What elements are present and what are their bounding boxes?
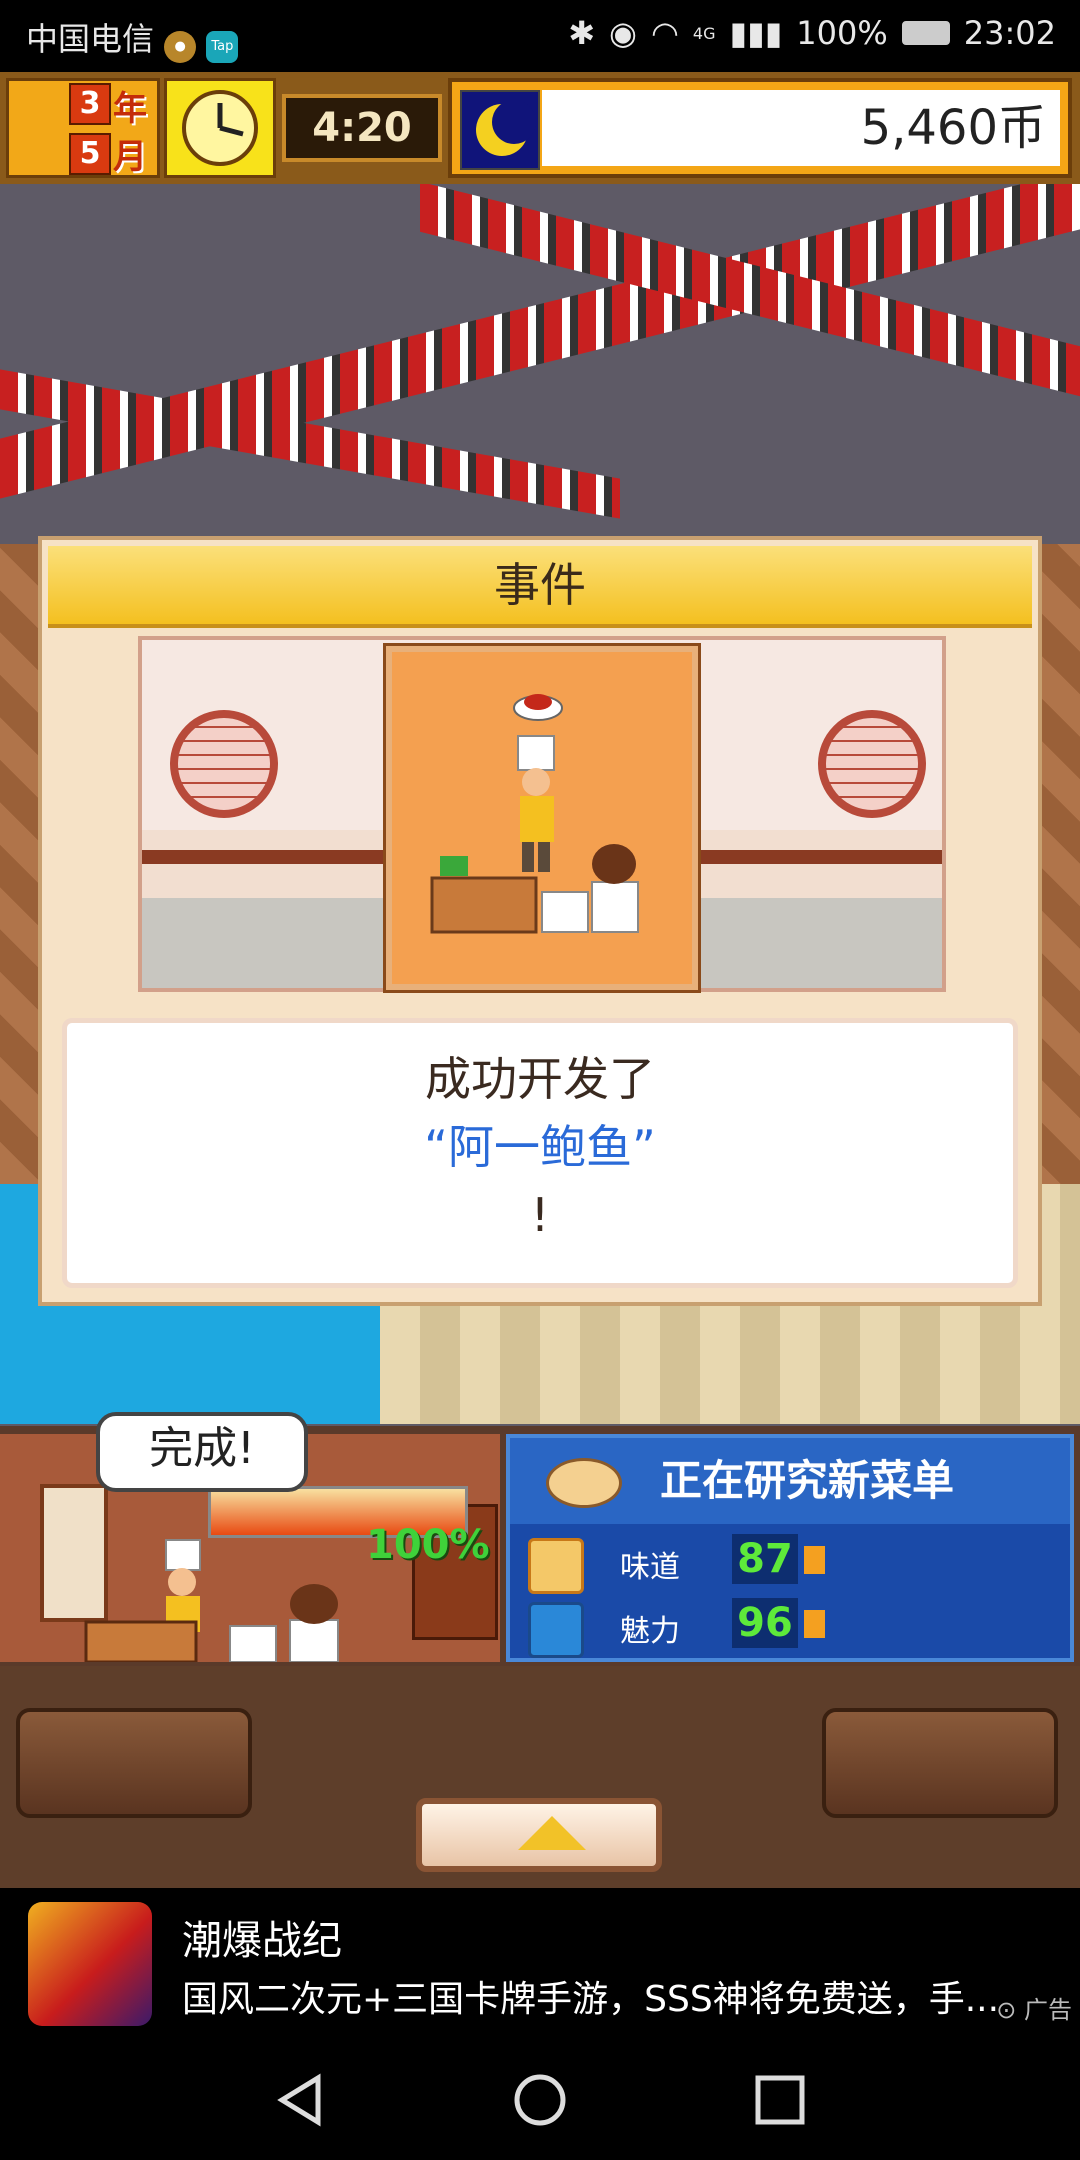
- month-number: 5: [69, 133, 111, 175]
- year-number: 3: [69, 83, 111, 125]
- right-menu-button[interactable]: [822, 1708, 1058, 1818]
- clock-icon: [164, 78, 276, 178]
- research-title-text: 正在研究新菜单: [660, 1456, 955, 1505]
- dish-name: “阿一鲍鱼”: [424, 1120, 656, 1174]
- round-window-icon: [170, 710, 278, 818]
- taste-icon: [528, 1538, 584, 1594]
- year-label: 年: [113, 89, 147, 129]
- coin-panel[interactable]: 5,460币: [448, 78, 1072, 178]
- network-type: 4G: [692, 23, 716, 43]
- ad-description[interactable]: 国风二次元+三国卡牌手游，SSS神将免费送，手...: [182, 1970, 1032, 2022]
- game-hud: 3 年 5 月 4:20 5,460币: [0, 72, 1080, 184]
- navigation-bar: [0, 2042, 1080, 2160]
- stat-value: 87: [732, 1534, 798, 1584]
- coin-balance: 5,460币: [542, 90, 1060, 166]
- eye-icon: ◉: [609, 14, 637, 52]
- ad-label: ⊙ 广告: [996, 1990, 1072, 2025]
- control-strip: [0, 1666, 1080, 1888]
- month-label: 月: [113, 137, 147, 177]
- kitchen-view[interactable]: 100% 完成!: [0, 1412, 500, 1662]
- bluetooth-icon: ✱: [568, 14, 596, 52]
- tap-app-icon: Tap: [206, 31, 239, 63]
- clock-time: 23:02: [963, 14, 1056, 52]
- chef-icon: [84, 1539, 339, 1662]
- ad-banner[interactable]: 潮爆战纪 国风二次元+三国卡牌手游，SSS神将免费送，手... ⊙ 广告: [0, 1888, 1080, 2042]
- message-line: 成功开发了: [425, 1052, 655, 1106]
- wifi-icon: ◠: [650, 14, 679, 52]
- status-icons: ✱ ◉ ◠ 4G ▮▮▮ 100% 23:02: [568, 14, 1056, 52]
- expand-menu-button[interactable]: [416, 1798, 662, 1872]
- coin-notification-icon: ●: [164, 31, 197, 63]
- carrier-label: 中国电信 ● Tap: [26, 14, 239, 63]
- event-dialog[interactable]: 事件 成功开发了 “阿一鲍鱼” !: [38, 536, 1042, 1306]
- battery-icon: [901, 21, 950, 45]
- recents-icon[interactable]: [750, 2070, 810, 2130]
- dish-icon: [546, 1458, 622, 1508]
- stat-bar: [804, 1610, 825, 1638]
- message-line: !: [530, 1188, 550, 1242]
- date-panel[interactable]: 3 年 5 月: [6, 78, 160, 178]
- status-bar: 中国电信 ● Tap ✱ ◉ ◠ 4G ▮▮▮ 100% 23:02: [0, 0, 1080, 72]
- arrow-up-icon: [518, 1816, 586, 1850]
- stat-value: 96: [732, 1598, 798, 1648]
- signal-icon: ▮▮▮: [729, 14, 783, 52]
- ad-info-icon: ⊙: [996, 1996, 1017, 2024]
- status-panel: 100% 完成! 正在研究新菜单 味道 87 魅力 96: [0, 1412, 1080, 1666]
- charm-icon: [528, 1602, 584, 1658]
- stat-row-charm: 魅力 96: [510, 1594, 1070, 1658]
- stat-label: 魅力: [620, 1614, 680, 1649]
- event-illustration: [138, 636, 946, 993]
- home-icon[interactable]: [510, 2070, 570, 2130]
- round-window-icon: [818, 710, 926, 818]
- ad-tag-text: 广告: [1024, 1996, 1072, 2024]
- ad-title[interactable]: 潮爆战纪: [182, 1908, 342, 1966]
- left-menu-button[interactable]: [16, 1708, 252, 1818]
- ad-app-icon[interactable]: [28, 1902, 152, 2026]
- chef-cooking-picture: [383, 643, 701, 993]
- event-message: 成功开发了 “阿一鲍鱼” !: [62, 1018, 1018, 1288]
- research-title: 正在研究新菜单: [510, 1438, 1070, 1524]
- battery-percent: 100%: [796, 14, 888, 52]
- play-time: 4:20: [282, 94, 442, 162]
- stat-row-taste: 味道 87: [510, 1530, 1070, 1594]
- progress-percent: 100%: [366, 1522, 490, 1568]
- complete-bubble: 完成!: [96, 1412, 308, 1492]
- research-panel[interactable]: 正在研究新菜单 味道 87 魅力 96: [506, 1434, 1074, 1662]
- stat-bar: [804, 1546, 825, 1574]
- moon-icon: [460, 90, 540, 170]
- back-icon[interactable]: [270, 2070, 330, 2130]
- chef-icon: [430, 694, 639, 934]
- dialog-title: 事件: [48, 546, 1032, 628]
- stat-label: 味道: [620, 1550, 680, 1585]
